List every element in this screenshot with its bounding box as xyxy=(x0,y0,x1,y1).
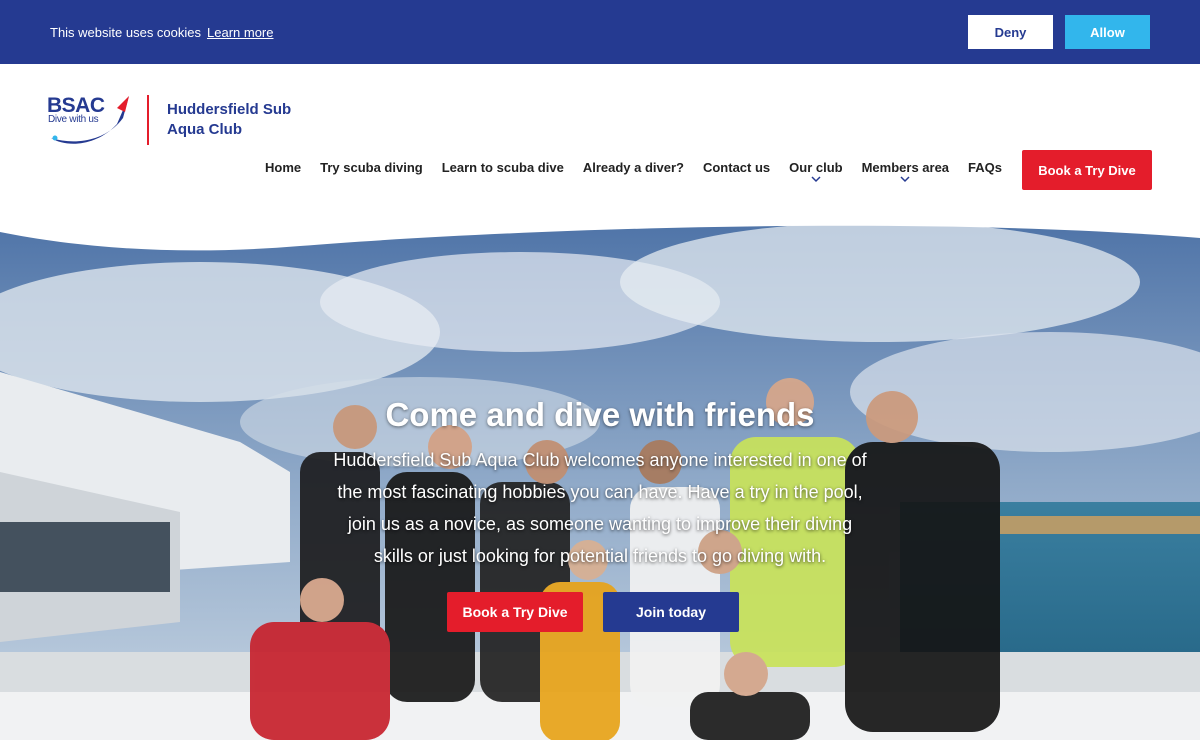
nav-try-scuba-diving[interactable]: Try scuba diving xyxy=(320,160,423,175)
hero-section: Come and dive with friends Huddersfield … xyxy=(0,222,1200,740)
logo-divider xyxy=(147,95,149,145)
cookie-actions: Deny Allow xyxy=(968,15,1150,49)
nav-label: Already a diver? xyxy=(582,160,684,175)
cookie-learn-more-link[interactable]: Learn more xyxy=(207,25,273,40)
nav-label: Home xyxy=(265,160,302,175)
nav-contact-us[interactable]: Contact us xyxy=(703,160,770,175)
nav-faqs[interactable]: FAQs xyxy=(968,160,1002,175)
book-try-dive-button[interactable]: Book a Try Dive xyxy=(1022,150,1152,190)
chevron-down-icon xyxy=(900,176,910,183)
nav-learn-to-scuba-dive[interactable]: Learn to scuba dive xyxy=(442,160,564,175)
club-name[interactable]: Huddersfield Sub Aqua Club xyxy=(167,100,317,140)
nav-already-a-diver[interactable]: Already a diver? xyxy=(583,160,684,175)
nav-label: Members area xyxy=(861,160,950,175)
logo-tagline: Dive with us xyxy=(48,114,99,125)
cookie-deny-button[interactable]: Deny xyxy=(968,15,1053,49)
site-header: BSAC Dive with us Huddersfield Sub Aqua … xyxy=(0,64,1200,234)
hero-book-try-dive-button[interactable]: Book a Try Dive xyxy=(447,592,583,632)
hero-description: Huddersfield Sub Aqua Club welcomes anyo… xyxy=(333,450,867,566)
hero-actions: Book a Try Dive Join today xyxy=(316,592,870,632)
hero-title: Come and dive with friends xyxy=(385,396,815,433)
cookie-allow-button[interactable]: Allow xyxy=(1065,15,1150,49)
cookie-banner: This website uses cookies Learn more Den… xyxy=(0,0,1200,64)
nav-home[interactable]: Home xyxy=(265,160,301,175)
nav-label: Our club xyxy=(789,160,843,175)
chevron-down-icon xyxy=(811,176,821,183)
nav-label: Try scuba diving xyxy=(320,160,423,175)
nav-label: Contact us xyxy=(702,160,771,175)
nav-label: FAQs xyxy=(968,160,1003,175)
nav-members-area[interactable]: Members area xyxy=(862,160,949,183)
nav-label: Learn to scuba dive xyxy=(441,160,564,175)
nav-our-club[interactable]: Our club xyxy=(789,160,843,183)
hero-content: Come and dive with friends Huddersfield … xyxy=(330,396,870,632)
cookie-message: This website uses cookies xyxy=(50,24,202,40)
hero-join-today-button[interactable]: Join today xyxy=(603,592,739,632)
main-nav: Home Try scuba diving Learn to scuba div… xyxy=(265,160,1021,183)
wave-divider xyxy=(0,222,1200,251)
bsac-logo[interactable]: BSAC Dive with us xyxy=(47,94,137,150)
